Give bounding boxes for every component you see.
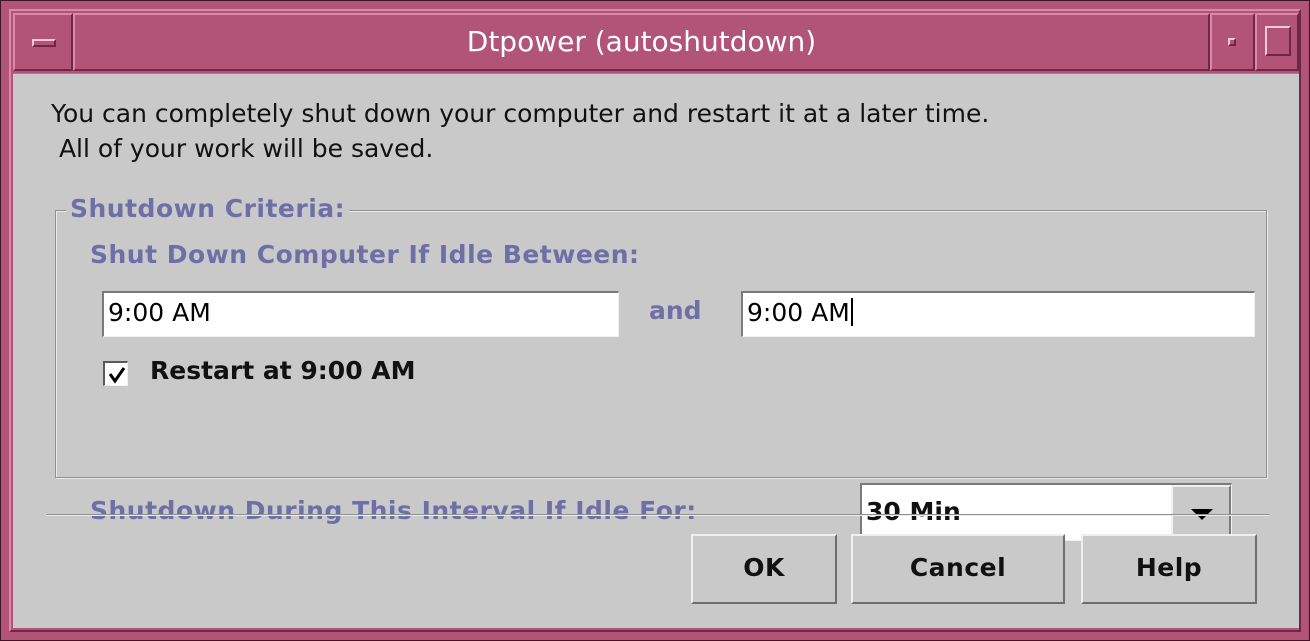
end-time-field[interactable]: 9:00 AM <box>741 291 1255 337</box>
and-label: and <box>649 296 702 325</box>
shutdown-criteria-group: Shutdown Criteria: Shut Down Computer If… <box>55 192 1267 541</box>
intro-line-1: You can completely shut down your comput… <box>51 99 990 128</box>
start-time-field[interactable]: 9:00 AM <box>102 291 619 337</box>
cancel-button[interactable]: Cancel <box>851 534 1065 604</box>
end-time-value: 9:00 AM <box>747 298 850 327</box>
shutdown-criteria-legend: Shutdown Criteria: <box>66 192 350 226</box>
idle-interval-label: Shutdown During This Interval If Idle Fo… <box>90 496 697 525</box>
title-bar: Dtpower (autoshutdown) <box>13 13 1299 71</box>
button-separator <box>47 514 1269 516</box>
intro-text: You can completely shut down your comput… <box>51 96 1291 166</box>
maximize-button[interactable] <box>1255 13 1299 71</box>
help-button[interactable]: Help <box>1081 534 1257 604</box>
text-caret <box>850 298 853 326</box>
idle-interval-value: 30 Min <box>866 497 961 526</box>
idle-between-label: Shut Down Computer If Idle Between: <box>90 240 640 269</box>
window-title[interactable]: Dtpower (autoshutdown) <box>73 13 1210 71</box>
checkmark-icon <box>108 367 126 384</box>
dropdown-arrow-button[interactable] <box>1171 485 1231 540</box>
maximize-icon <box>1265 26 1291 56</box>
window-menu-button[interactable] <box>13 13 73 71</box>
restart-checkbox[interactable] <box>103 361 128 386</box>
window-menu-icon <box>32 39 56 47</box>
start-time-value: 9:00 AM <box>108 298 211 327</box>
ok-button[interactable]: OK <box>691 534 837 604</box>
restart-checkbox-label[interactable]: Restart at 9:00 AM <box>150 354 416 388</box>
minimize-icon <box>1228 38 1236 46</box>
idle-interval-dropdown[interactable]: 30 Min <box>860 483 1232 541</box>
dialog-content: You can completely shut down your comput… <box>13 73 1299 628</box>
dtpower-window: Dtpower (autoshutdown) You can completel… <box>0 0 1310 641</box>
minimize-button[interactable] <box>1210 13 1255 71</box>
intro-line-2: All of your work will be saved. <box>51 134 434 163</box>
